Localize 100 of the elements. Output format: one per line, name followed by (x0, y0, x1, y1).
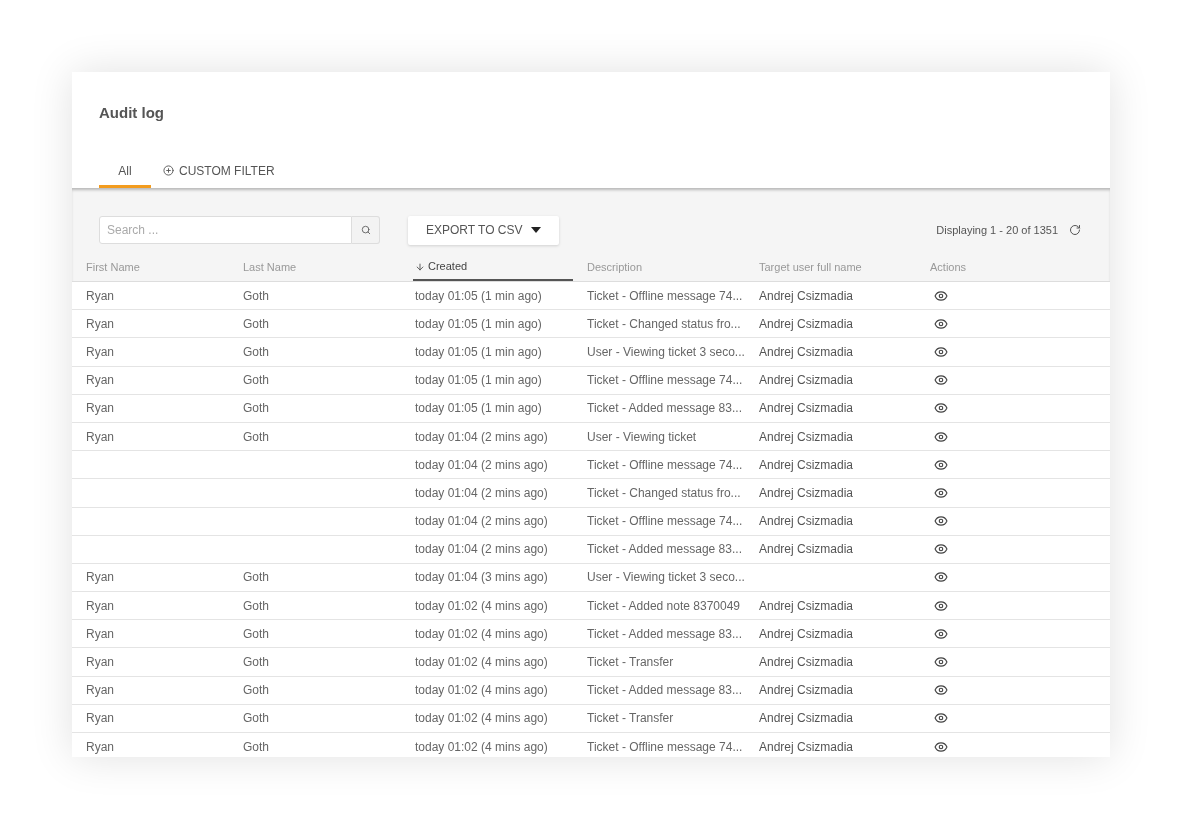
table-cell: Goth (243, 739, 269, 754)
table-cell: today 01:02 (4 mins ago) (415, 598, 548, 613)
table-cell: Ryan (86, 739, 114, 754)
table-cell: Ticket - Transfer (587, 711, 674, 726)
table-cell: Ticket - Changed status fro... (587, 316, 741, 331)
view-icon[interactable] (934, 457, 948, 472)
table-cell: Goth (243, 711, 269, 726)
table-cell: Ryan (86, 626, 114, 641)
column-header[interactable]: Created (413, 254, 573, 281)
table-cell: Andrej Csizmadia (759, 598, 854, 613)
table-cell: Goth (243, 373, 269, 388)
table-cell: Andrej Csizmadia (759, 373, 854, 388)
view-icon[interactable] (934, 429, 948, 444)
table-cell: today 01:02 (4 mins ago) (415, 626, 548, 641)
table-cell: Ticket - Added message 83... (587, 626, 742, 641)
table-cell: Ticket - Transfer (587, 655, 674, 670)
table-cell: today 01:05 (1 min ago) (415, 373, 542, 388)
table-cell: today 01:02 (4 mins ago) (415, 739, 548, 754)
view-icon[interactable] (934, 683, 948, 698)
view-icon[interactable] (934, 739, 948, 754)
table-cell: Ticket - Added message 83... (587, 401, 742, 416)
column-header[interactable]: Actions (930, 254, 967, 281)
export-button[interactable]: EXPORT TO CSV (408, 215, 560, 245)
pagination-text: Displaying 1 - 20 of 1351 (936, 222, 1058, 238)
table-cell: Ryan (86, 570, 114, 585)
table-cell: Ticket - Offline message 74... (587, 457, 743, 472)
table-cell: Ryan (86, 429, 114, 444)
table-cell: today 01:04 (3 mins ago) (415, 570, 548, 585)
table-cell: Andrej Csizmadia (759, 711, 854, 726)
table-cell: Andrej Csizmadia (759, 457, 854, 472)
view-icon[interactable] (934, 485, 948, 500)
table-cell: Ticket - Added note 8370049 (587, 598, 740, 613)
table-cell: Ticket - Offline message 74... (587, 288, 743, 303)
table-cell: Goth (243, 344, 269, 359)
view-icon[interactable] (934, 542, 948, 557)
view-icon[interactable] (934, 373, 948, 388)
view-icon[interactable] (934, 598, 948, 613)
table-cell: Andrej Csizmadia (759, 401, 854, 416)
view-icon[interactable] (934, 655, 948, 670)
table-cell: today 01:05 (1 min ago) (415, 288, 542, 303)
caret-icon (531, 227, 542, 233)
column-header[interactable]: Description (587, 254, 643, 281)
view-icon[interactable] (934, 570, 948, 585)
column-header[interactable]: Last Name (243, 254, 297, 281)
table-cell: Goth (243, 316, 269, 331)
view-icon[interactable] (934, 711, 948, 726)
table-cell: Andrej Csizmadia (759, 739, 854, 754)
table-cell: Ryan (86, 711, 114, 726)
column-header[interactable]: Target user full name (759, 254, 862, 281)
table-cell: today 01:04 (2 mins ago) (415, 457, 548, 472)
table-cell: Andrej Csizmadia (759, 514, 854, 529)
table-cell: Goth (243, 288, 269, 303)
view-icon[interactable] (934, 401, 948, 416)
view-icon[interactable] (934, 288, 948, 303)
table-cell: today 01:04 (2 mins ago) (415, 542, 548, 557)
table-cell: today 01:02 (4 mins ago) (415, 655, 548, 670)
table-cell: Andrej Csizmadia (759, 542, 854, 557)
table-cell: Ryan (86, 401, 114, 416)
view-icon[interactable] (934, 344, 948, 359)
table-cell: Goth (243, 655, 269, 670)
table-cell: today 01:05 (1 min ago) (415, 401, 542, 416)
table-cell: Andrej Csizmadia (759, 485, 854, 500)
table-cell: Goth (243, 429, 269, 444)
table-cell: Andrej Csizmadia (759, 626, 854, 641)
table-cell: today 01:04 (2 mins ago) (415, 485, 548, 500)
table-cell: Ticket - Added message 83... (587, 542, 742, 557)
table-cell: Ryan (86, 655, 114, 670)
table-cell: Ticket - Offline message 74... (587, 514, 743, 529)
table-cell: today 01:05 (1 min ago) (415, 316, 542, 331)
sort-arrow-icon (415, 261, 425, 272)
table-cell: User - Viewing ticket (587, 429, 697, 444)
table-cell: Ryan (86, 683, 114, 698)
column-header[interactable]: First Name (86, 254, 140, 281)
tab[interactable]: CUSTOM FILTER (151, 156, 287, 188)
view-icon[interactable] (934, 514, 948, 529)
search-icon (360, 225, 371, 235)
table-cell: Ryan (86, 598, 114, 613)
table-cell: Goth (243, 598, 269, 613)
table-cell: Andrej Csizmadia (759, 655, 854, 670)
table-cell: Ticket - Added message 83... (587, 683, 742, 698)
table-cell: Ticket - Changed status fro... (587, 485, 741, 500)
table-cell: today 01:04 (2 mins ago) (415, 514, 548, 529)
table-cell: Goth (243, 626, 269, 641)
table-cell: Andrej Csizmadia (759, 429, 854, 444)
table-cell: Ryan (86, 373, 114, 388)
view-icon[interactable] (934, 316, 948, 331)
table-cell: User - Viewing ticket 3 seco... (587, 570, 745, 585)
view-icon[interactable] (934, 626, 948, 641)
page-title: Audit log (99, 103, 165, 123)
table-cell: Goth (243, 570, 269, 585)
search-field[interactable]: Search ... (99, 216, 352, 244)
table-cell: Ticket - Offline message 74... (587, 373, 743, 388)
table-cell: Goth (243, 401, 269, 416)
table-cell: Andrej Csizmadia (759, 683, 854, 698)
table-cell: Ryan (86, 288, 114, 303)
plus-icon (163, 165, 174, 176)
table-cell: today 01:02 (4 mins ago) (415, 711, 548, 726)
refresh-icon[interactable] (1069, 224, 1081, 236)
table-cell: Andrej Csizmadia (759, 344, 854, 359)
table-cell: Ryan (86, 344, 114, 359)
